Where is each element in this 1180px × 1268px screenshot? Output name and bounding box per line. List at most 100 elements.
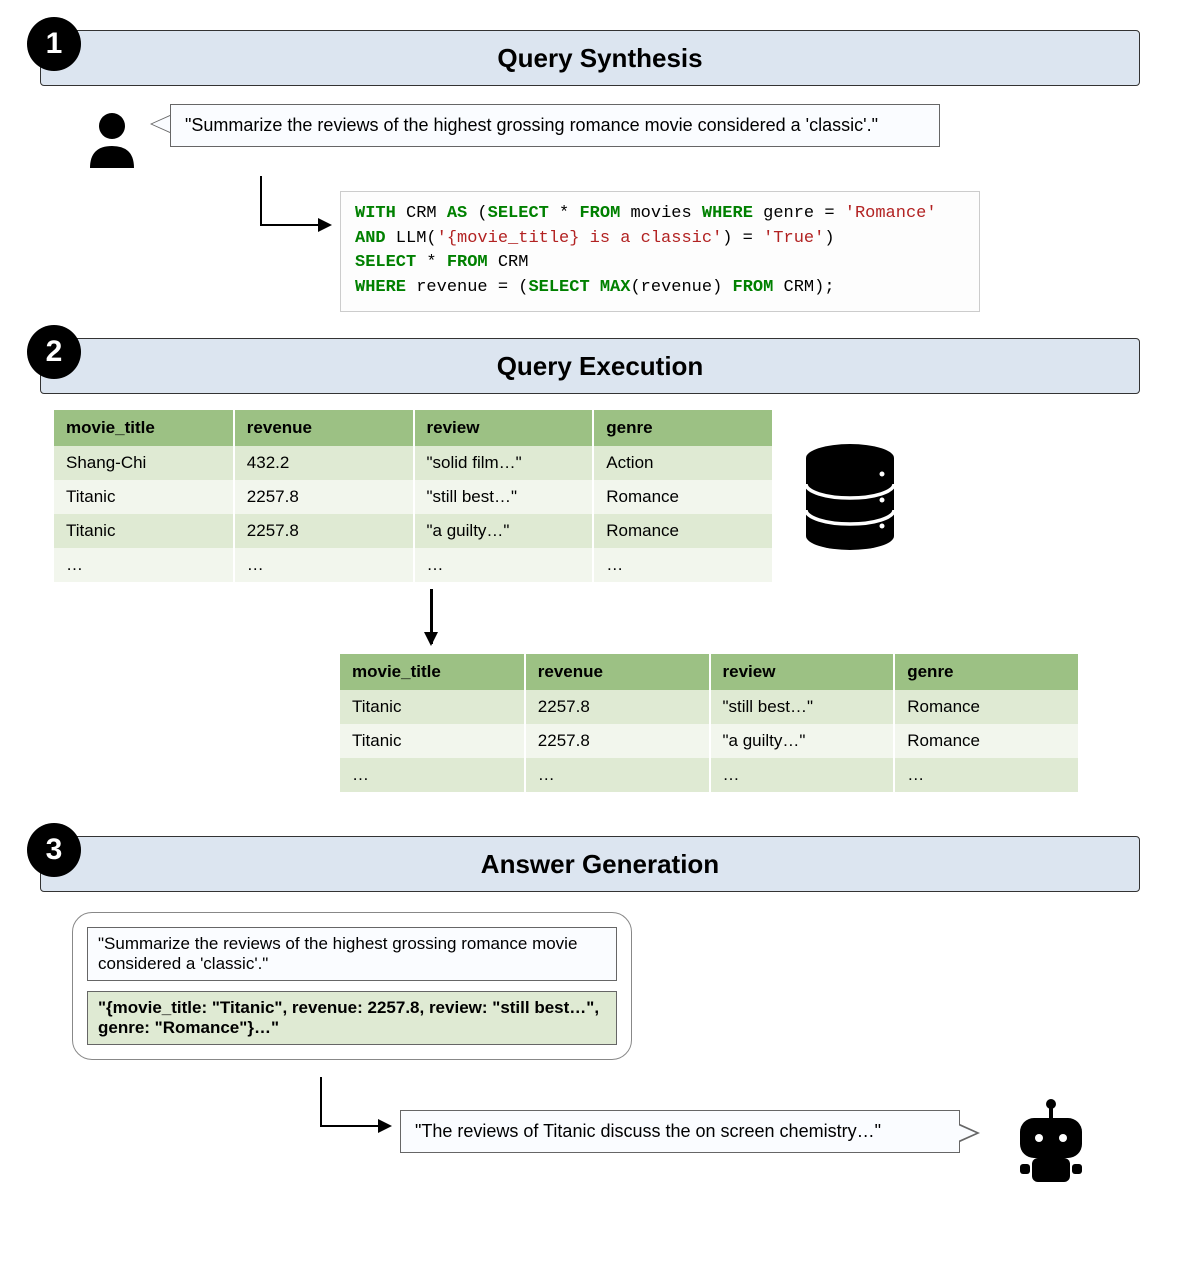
sql-text: * xyxy=(416,253,447,272)
section-header: 1 Query Synthesis xyxy=(40,30,1140,86)
step-badge-2: 2 xyxy=(27,325,81,379)
sql-text: genre = xyxy=(753,204,845,223)
user-query-box: "Summarize the reviews of the highest gr… xyxy=(170,104,940,147)
sql-text: movies xyxy=(620,204,702,223)
cell: … xyxy=(414,548,594,582)
sql-kw: SELECT xyxy=(355,253,416,272)
section-query-synthesis: 1 Query Synthesis "Summarize the reviews… xyxy=(40,30,1140,316)
table-row: Titanic2257.8"a guilty…"Romance xyxy=(54,514,773,548)
sql-kw: FROM xyxy=(447,253,488,272)
section-answer-generation: 3 Answer Generation "Summarize the revie… xyxy=(40,836,1140,1202)
cell: 2257.8 xyxy=(234,514,414,548)
source-table: movie_title revenue review genre Shang-C… xyxy=(54,410,774,582)
section-query-execution: 2 Query Execution movie_title revenue re… xyxy=(40,338,1140,814)
cell: … xyxy=(593,548,773,582)
cell: "still best…" xyxy=(710,690,895,724)
table-row: Titanic2257.8"a guilty…"Romance xyxy=(340,724,1079,758)
cell: Action xyxy=(593,446,773,480)
arrow-icon xyxy=(260,176,330,226)
cell: 2257.8 xyxy=(525,690,710,724)
prompt-bubble: "Summarize the reviews of the highest gr… xyxy=(72,912,632,1060)
database-icon xyxy=(800,444,900,559)
table-row: Shang-Chi432.2"solid film…"Action xyxy=(54,446,773,480)
sql-kw: AND xyxy=(355,229,386,248)
col-header: genre xyxy=(894,654,1079,690)
col-header: revenue xyxy=(525,654,710,690)
sql-kw: FROM xyxy=(733,278,774,297)
cell: 2257.8 xyxy=(525,724,710,758)
cell: 2257.8 xyxy=(234,480,414,514)
cell: Titanic xyxy=(340,690,525,724)
sql-code-box: WITH CRM AS (SELECT * FROM movies WHERE … xyxy=(340,191,980,312)
sql-kw: WHERE xyxy=(702,204,753,223)
cell: … xyxy=(525,758,710,792)
sql-kw: SELECT xyxy=(488,204,549,223)
result-table: movie_title revenue review genre Titanic… xyxy=(340,654,1080,792)
section-header: 2 Query Execution xyxy=(40,338,1140,394)
answer-box: "The reviews of Titanic discuss the on s… xyxy=(400,1110,960,1153)
cell: … xyxy=(894,758,1079,792)
sql-str: 'Romance' xyxy=(845,204,937,223)
section-title: Query Execution xyxy=(61,351,1139,382)
cell: Titanic xyxy=(340,724,525,758)
sql-text: revenue = ( xyxy=(406,278,528,297)
cell: … xyxy=(710,758,895,792)
sql-text: * xyxy=(549,204,580,223)
sql-kw: WITH xyxy=(355,204,396,223)
col-header: revenue xyxy=(234,410,414,446)
step-badge-3: 3 xyxy=(27,823,81,877)
table-row: Titanic2257.8"still best…"Romance xyxy=(340,690,1079,724)
prompt-context-box: "{movie_title: "Titanic", revenue: 2257.… xyxy=(87,991,617,1045)
sql-text: LLM( xyxy=(386,229,437,248)
arrow-icon xyxy=(320,1077,390,1127)
cell: 432.2 xyxy=(234,446,414,480)
sql-str: '{movie_title} is a classic' xyxy=(437,229,723,248)
cell: "still best…" xyxy=(414,480,594,514)
speech-tail xyxy=(958,1125,976,1141)
cell: Titanic xyxy=(54,514,234,548)
speech-tail xyxy=(152,116,170,132)
section-title: Answer Generation xyxy=(61,849,1139,880)
cell: … xyxy=(340,758,525,792)
robot-icon xyxy=(1006,1096,1096,1191)
cell: "a guilty…" xyxy=(710,724,895,758)
cell: Romance xyxy=(593,514,773,548)
col-header: review xyxy=(710,654,895,690)
sql-text: ) = xyxy=(722,229,763,248)
col-header: movie_title xyxy=(340,654,525,690)
col-header: review xyxy=(414,410,594,446)
sql-str: 'True' xyxy=(763,229,824,248)
arrow-down-icon xyxy=(430,589,433,644)
sql-text: CRM xyxy=(488,253,529,272)
cell: … xyxy=(54,548,234,582)
sql-kw: FROM xyxy=(579,204,620,223)
section-header: 3 Answer Generation xyxy=(40,836,1140,892)
table-header-row: movie_title revenue review genre xyxy=(54,410,773,446)
section-title: Query Synthesis xyxy=(61,43,1139,74)
sql-kw: SELECT MAX xyxy=(528,278,630,297)
cell: "solid film…" xyxy=(414,446,594,480)
cell: Romance xyxy=(593,480,773,514)
table-row: Titanic2257.8"still best…"Romance xyxy=(54,480,773,514)
sql-text: CRM xyxy=(396,204,447,223)
sql-kw: AS xyxy=(447,204,467,223)
sql-text: CRM); xyxy=(773,278,834,297)
table-header-row: movie_title revenue review genre xyxy=(340,654,1079,690)
step-badge-1: 1 xyxy=(27,17,81,71)
table-row: ………… xyxy=(54,548,773,582)
cell: … xyxy=(234,548,414,582)
cell: Romance xyxy=(894,690,1079,724)
cell: Romance xyxy=(894,724,1079,758)
sql-text: ) xyxy=(824,229,834,248)
col-header: movie_title xyxy=(54,410,234,446)
prompt-query-box: "Summarize the reviews of the highest gr… xyxy=(87,927,617,981)
sql-kw: WHERE xyxy=(355,278,406,297)
col-header: genre xyxy=(593,410,773,446)
sql-text: ( xyxy=(467,204,487,223)
sql-text: (revenue) xyxy=(630,278,732,297)
user-icon xyxy=(80,108,144,177)
cell: Titanic xyxy=(54,480,234,514)
table-row: ………… xyxy=(340,758,1079,792)
cell: Shang-Chi xyxy=(54,446,234,480)
cell: "a guilty…" xyxy=(414,514,594,548)
